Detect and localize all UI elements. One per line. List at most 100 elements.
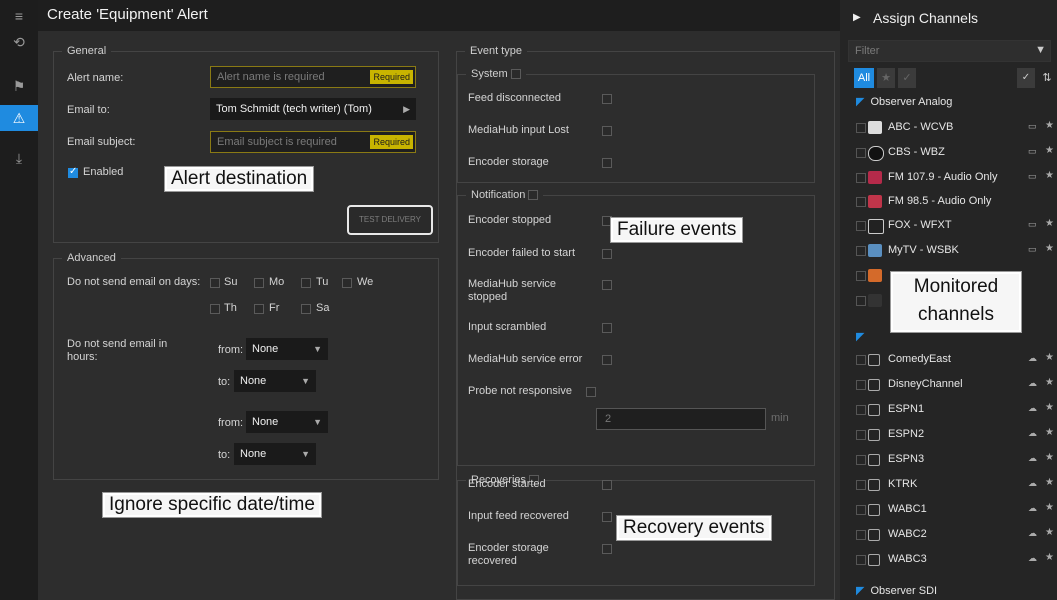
filter-icon[interactable]: ▼: [1035, 44, 1046, 56]
main-content: General Alert name: Required Email to: T…: [38, 31, 840, 600]
channel-checkbox[interactable]: [856, 555, 866, 565]
select-all-icon[interactable]: ✓: [1017, 68, 1035, 88]
from-time-select-2[interactable]: None ▼: [246, 411, 328, 433]
system-all-checkbox[interactable]: [510, 69, 521, 80]
alert-name-input[interactable]: [211, 67, 373, 87]
day-checkbox-we[interactable]: [342, 278, 352, 288]
channel-row[interactable]: WABC1 ☁ ★: [840, 499, 1057, 521]
event-checkbox[interactable]: [602, 94, 612, 104]
day-checkbox-mo[interactable]: [254, 278, 264, 288]
channel-checkbox[interactable]: [856, 530, 866, 540]
star-icon[interactable]: ★: [1045, 145, 1054, 156]
channel-checkbox[interactable]: [856, 123, 866, 133]
alert-name-label: Alert name:: [67, 72, 124, 84]
star-icon[interactable]: ★: [1045, 502, 1054, 513]
channel-checkbox[interactable]: [856, 430, 866, 440]
channel-checkbox[interactable]: [856, 505, 866, 515]
channel-row[interactable]: DisneyChannel ☁ ★: [840, 374, 1057, 396]
star-icon[interactable]: ★: [1045, 352, 1054, 363]
channel-checkbox[interactable]: [856, 271, 866, 281]
event-checkbox[interactable]: [602, 249, 612, 259]
day-checkbox-sa[interactable]: [301, 304, 311, 314]
channel-row[interactable]: FOX - WFXT ▭ ★: [840, 215, 1057, 237]
channel-row[interactable]: ESPN2 ☁ ★: [840, 424, 1057, 446]
star-icon[interactable]: ★: [1045, 377, 1054, 388]
channel-logo-icon: [868, 269, 882, 282]
event-checkbox[interactable]: [602, 355, 612, 365]
event-checkbox[interactable]: [602, 544, 612, 554]
channel-row[interactable]: ABC - WCVB ▭ ★: [840, 117, 1057, 139]
to-time-select[interactable]: None ▼: [234, 370, 316, 392]
selected-toggle-icon[interactable]: ✓: [898, 68, 916, 88]
star-icon[interactable]: ★: [1045, 120, 1054, 131]
event-checkbox[interactable]: [602, 323, 612, 333]
channel-checkbox[interactable]: [856, 455, 866, 465]
enabled-label: Enabled: [83, 166, 124, 178]
flag-icon[interactable]: ⚑: [0, 73, 38, 99]
assign-channels-header[interactable]: ▶ Assign Channels: [840, 0, 1057, 36]
channel-row[interactable]: CBS - WBZ ▭ ★: [840, 142, 1057, 164]
channel-checkbox[interactable]: [856, 148, 866, 158]
star-icon[interactable]: ★: [1045, 552, 1054, 563]
alert-name-field: Required: [210, 66, 416, 88]
event-checkbox[interactable]: [602, 126, 612, 136]
star-icon[interactable]: ★: [1045, 427, 1054, 438]
channel-checkbox[interactable]: [856, 246, 866, 256]
day-checkbox-fr[interactable]: [254, 304, 264, 314]
favorites-toggle-icon[interactable]: ★: [877, 68, 895, 88]
channel-name: ABC - WCVB: [888, 121, 954, 133]
event-checkbox[interactable]: [602, 512, 612, 522]
star-icon[interactable]: ★: [1045, 218, 1054, 229]
refresh-icon[interactable]: ⟲: [0, 29, 38, 55]
event-checkbox[interactable]: [602, 480, 612, 490]
notification-all-checkbox[interactable]: [528, 190, 539, 201]
day-checkbox-su[interactable]: [210, 278, 220, 288]
channel-row[interactable]: MyTV - WSBK ▭ ★: [840, 240, 1057, 262]
channel-checkbox[interactable]: [856, 380, 866, 390]
email-to-select[interactable]: Tom Schmidt (tech writer) (Tom) ▶: [210, 98, 416, 120]
group-header-observer-sdi[interactable]: ◤ Observer SDI: [856, 584, 937, 597]
channel-filter-input[interactable]: [849, 41, 1041, 61]
group-header-collapsed[interactable]: ◤: [856, 330, 870, 343]
channel-row[interactable]: ComedyEast ☁ ★: [840, 349, 1057, 371]
from-time-select[interactable]: None ▼: [246, 338, 328, 360]
all-toggle[interactable]: All: [854, 68, 874, 88]
channel-row[interactable]: WABC3 ☁ ★: [840, 549, 1057, 571]
star-icon[interactable]: ★: [1045, 452, 1054, 463]
channel-row[interactable]: KTRK ☁ ★: [840, 474, 1057, 496]
channel-row[interactable]: FM 98.5 - Audio Only: [840, 191, 1057, 213]
sort-icon[interactable]: ⇅: [1039, 68, 1055, 88]
menu-icon[interactable]: ≡: [0, 3, 38, 29]
event-checkbox[interactable]: [586, 387, 596, 397]
alert-config-icon[interactable]: ⚠: [0, 105, 38, 131]
to-time-select-2[interactable]: None ▼: [234, 443, 316, 465]
day-checkbox-tu[interactable]: [301, 278, 311, 288]
star-icon[interactable]: ★: [1045, 170, 1054, 181]
channel-checkbox[interactable]: [856, 296, 866, 306]
star-icon[interactable]: ★: [1045, 527, 1054, 538]
channel-checkbox[interactable]: [856, 480, 866, 490]
star-icon[interactable]: ★: [1045, 402, 1054, 413]
from-label: from:: [218, 344, 244, 356]
channel-row[interactable]: ESPN1 ☁ ★: [840, 399, 1057, 421]
channel-checkbox[interactable]: [856, 355, 866, 365]
star-icon[interactable]: ★: [1045, 477, 1054, 488]
channel-checkbox[interactable]: [856, 221, 866, 231]
enabled-checkbox[interactable]: [68, 166, 78, 178]
channel-row[interactable]: ESPN3 ☁ ★: [840, 449, 1057, 471]
channel-row[interactable]: FM 107.9 - Audio Only ▭ ★: [840, 167, 1057, 189]
group-header-observer-analog[interactable]: ◤ Observer Analog: [856, 95, 952, 108]
star-icon[interactable]: ★: [1045, 243, 1054, 254]
event-checkbox[interactable]: [602, 280, 612, 290]
event-checkbox[interactable]: [602, 158, 612, 168]
email-subject-input[interactable]: [211, 132, 373, 152]
channel-checkbox[interactable]: [856, 197, 866, 207]
test-delivery-button[interactable]: TEST DELIVERY: [347, 205, 433, 235]
channel-row[interactable]: WABC2 ☁ ★: [840, 524, 1057, 546]
channel-checkbox[interactable]: [856, 173, 866, 183]
probe-interval-field[interactable]: 2: [596, 408, 766, 430]
probe-interval-value: 2: [605, 413, 612, 425]
channel-checkbox[interactable]: [856, 405, 866, 415]
download-icon[interactable]: ⤓: [0, 145, 38, 171]
day-checkbox-th[interactable]: [210, 304, 220, 314]
